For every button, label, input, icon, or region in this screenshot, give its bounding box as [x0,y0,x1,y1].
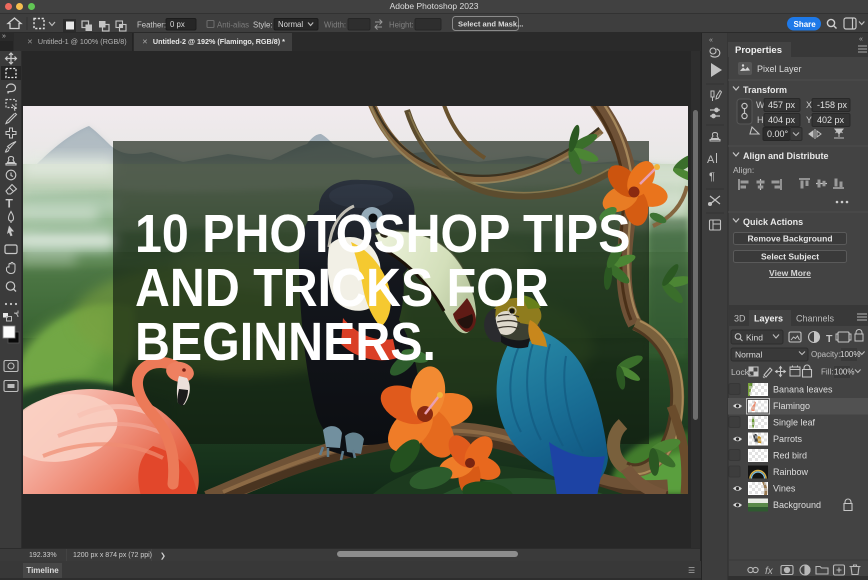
svg-text:Fill:: Fill: [821,368,833,377]
svg-text:T: T [6,197,14,211]
svg-text:0 px: 0 px [170,20,185,29]
svg-text:fx: fx [765,566,774,577]
svg-text:H: H [757,115,764,125]
svg-text:Width:: Width: [324,21,346,30]
svg-text:Share: Share [794,20,817,29]
svg-text:Kind: Kind [746,333,763,343]
svg-text:Properties: Properties [735,45,782,56]
svg-text:100%: 100% [834,368,854,377]
svg-text:T: T [826,333,833,345]
svg-text:Normal: Normal [278,20,303,29]
svg-text:3D: 3D [734,314,746,324]
svg-text:Select Subject: Select Subject [761,252,819,262]
svg-text:100%: 100% [840,350,860,359]
svg-text:Parrots: Parrots [773,434,803,444]
svg-text:Style:: Style: [253,21,273,30]
svg-text:Select and Mask...: Select and Mask... [458,20,523,29]
svg-text:Flamingo: Flamingo [773,401,810,411]
svg-text:View More: View More [769,268,811,278]
svg-text:Feather:: Feather: [137,21,166,30]
svg-text:Channels: Channels [796,314,835,324]
svg-text:Background: Background [773,500,821,510]
svg-text:Banana leaves: Banana leaves [773,385,833,395]
svg-text:Rainbow: Rainbow [773,467,809,477]
svg-text:Quick Actions: Quick Actions [743,217,803,227]
svg-text:Align:: Align: [733,165,754,175]
svg-text:«: « [859,36,863,43]
svg-text:¶: ¶ [709,171,715,183]
svg-text:Y: Y [806,115,812,125]
svg-text:Align and Distribute: Align and Distribute [743,151,829,161]
svg-text:0.00°: 0.00° [767,129,789,139]
svg-text:Vines: Vines [773,484,796,494]
svg-text:Single leaf: Single leaf [773,418,816,428]
svg-text:Remove Background: Remove Background [747,234,832,244]
svg-text:Height:: Height: [389,21,414,30]
svg-text:402 px: 402 px [817,115,845,125]
svg-text:Pixel Layer: Pixel Layer [757,64,802,74]
svg-text:Layers: Layers [754,314,783,324]
svg-text:«: « [709,37,713,44]
svg-text:X: X [806,100,812,110]
svg-text:457 px: 457 px [768,100,796,110]
svg-text:Normal: Normal [735,350,763,360]
svg-text:Lock:: Lock: [731,367,751,377]
svg-text:-158 px: -158 px [817,100,848,110]
svg-text:A: A [707,154,715,166]
svg-text:Red bird: Red bird [773,451,807,461]
svg-text:404 px: 404 px [768,115,796,125]
svg-text:Opacity:: Opacity: [811,350,840,359]
svg-text:Transform: Transform [743,85,787,95]
svg-text:Anti-alias: Anti-alias [217,21,249,30]
